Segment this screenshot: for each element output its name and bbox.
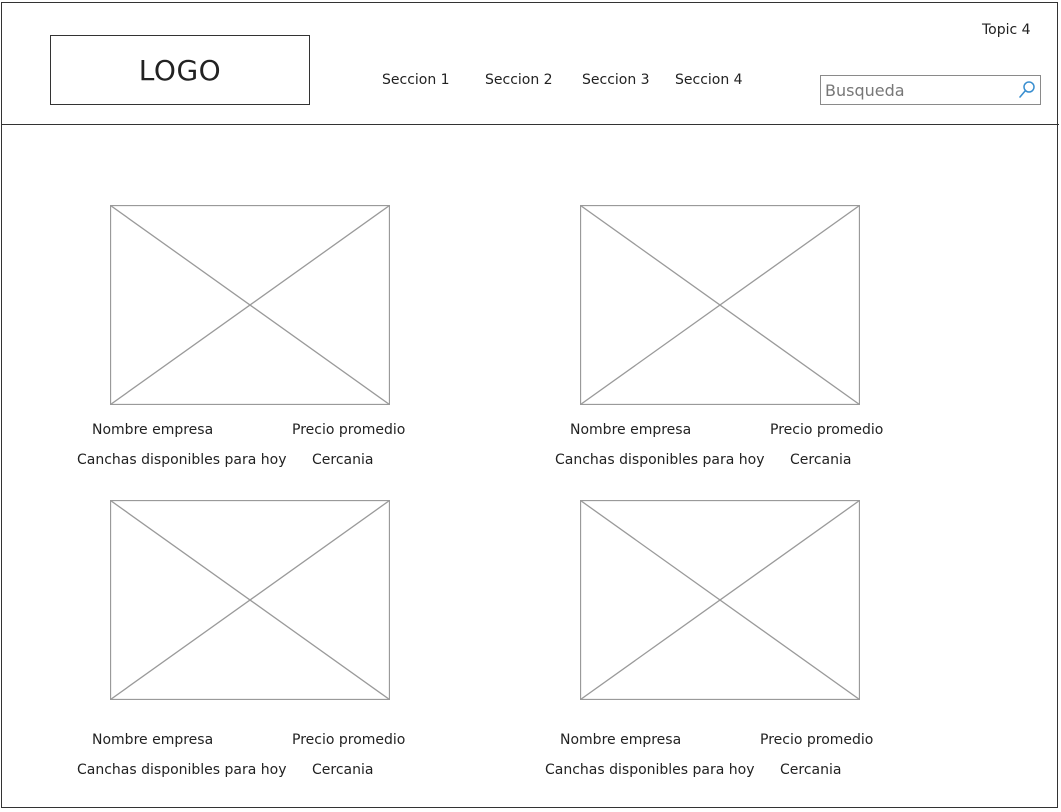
card-4-distance: Cercania	[780, 762, 842, 778]
card-4-courts-available: Canchas disponibles para hoy	[545, 762, 755, 778]
card-2-company-name: Nombre empresa	[570, 422, 692, 438]
logo[interactable]: LOGO	[50, 35, 310, 105]
card-4-image-placeholder[interactable]	[580, 500, 860, 700]
card-1-image-placeholder[interactable]	[110, 205, 390, 405]
card-3-company-name: Nombre empresa	[92, 732, 214, 748]
card-1-distance: Cercania	[312, 452, 374, 468]
card-1-courts-available: Canchas disponibles para hoy	[77, 452, 287, 468]
header-divider	[1, 124, 1059, 125]
topic-link[interactable]: Topic 4	[982, 22, 1031, 38]
search-box	[820, 75, 1041, 105]
card-4-company-name: Nombre empresa	[560, 732, 682, 748]
card-1-company-name: Nombre empresa	[92, 422, 214, 438]
card-3-courts-available: Canchas disponibles para hoy	[77, 762, 287, 778]
card-4-average-price: Precio promedio	[760, 732, 874, 748]
nav-seccion-4[interactable]: Seccion 4	[675, 72, 743, 88]
nav-seccion-2[interactable]: Seccion 2	[485, 72, 553, 88]
card-3-distance: Cercania	[312, 762, 374, 778]
card-2-distance: Cercania	[790, 452, 852, 468]
search-input[interactable]	[825, 79, 1005, 101]
card-3-image-placeholder[interactable]	[110, 500, 390, 700]
logo-text: LOGO	[138, 53, 222, 87]
card-1-average-price: Precio promedio	[292, 422, 406, 438]
nav-seccion-1[interactable]: Seccion 1	[382, 72, 450, 88]
card-2-courts-available: Canchas disponibles para hoy	[555, 452, 765, 468]
search-icon[interactable]	[1017, 80, 1037, 100]
card-3-average-price: Precio promedio	[292, 732, 406, 748]
card-2-average-price: Precio promedio	[770, 422, 884, 438]
card-2-image-placeholder[interactable]	[580, 205, 860, 405]
nav-seccion-3[interactable]: Seccion 3	[582, 72, 650, 88]
